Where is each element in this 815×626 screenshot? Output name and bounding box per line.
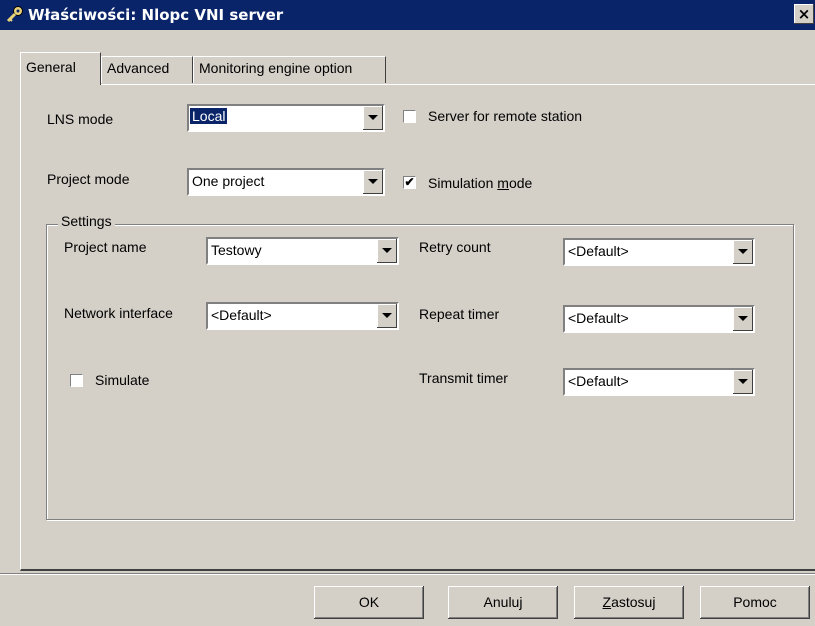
- tab-advanced[interactable]: Advanced: [101, 56, 193, 83]
- close-button[interactable]: ×: [794, 4, 814, 24]
- tab-panel-general: [20, 84, 815, 571]
- cancel-button[interactable]: Anuluj: [448, 586, 558, 619]
- tab-general[interactable]: General: [20, 52, 101, 85]
- tab-monitoring-engine-option[interactable]: Monitoring engine option: [193, 56, 386, 83]
- window-title: Właściwości: Nlopc VNI server: [28, 6, 284, 24]
- title-bar: Właściwości: Nlopc VNI server ×: [0, 0, 815, 30]
- apply-button[interactable]: Zastosuj: [574, 586, 684, 619]
- bottom-separator: [0, 573, 815, 575]
- help-button[interactable]: Pomoc: [700, 586, 810, 619]
- key-icon: [6, 6, 23, 23]
- ok-button[interactable]: OK: [314, 586, 424, 619]
- settings-group-title: Settings: [58, 213, 115, 229]
